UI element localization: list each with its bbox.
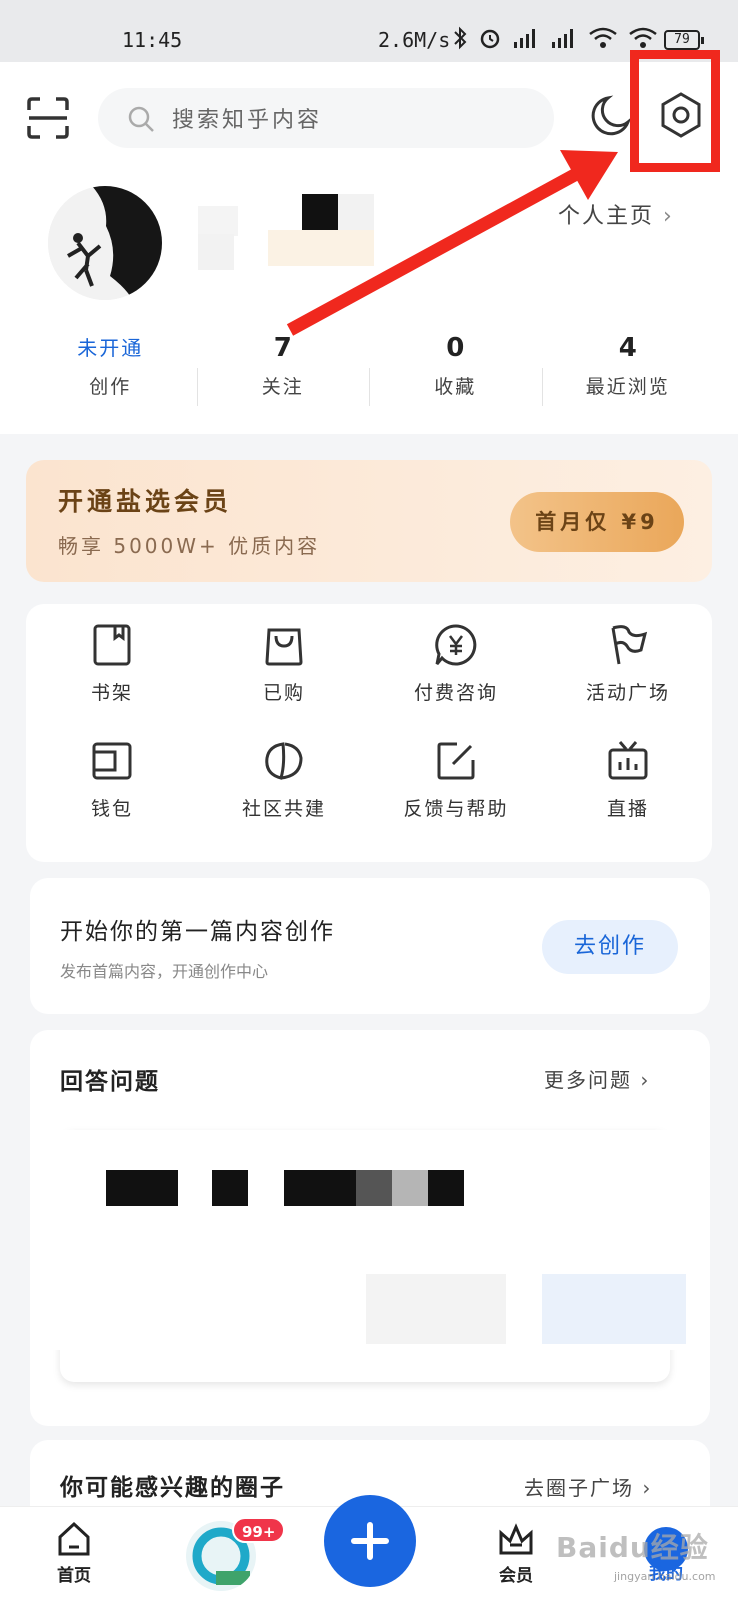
vip-promo-card[interactable]: 开通盐选会员 畅享 5000W+ 优质内容 首月仅 ¥9 xyxy=(26,460,712,582)
grid-item-feedback[interactable]: 反馈与帮助 xyxy=(370,738,542,821)
circles-square-link[interactable]: 去圈子广场 › xyxy=(524,1472,652,1501)
search-bar[interactable]: 搜索知乎内容 xyxy=(98,88,554,148)
vip-crown-icon xyxy=(499,1523,533,1555)
notification-badge: 99+ xyxy=(232,1517,286,1543)
watermark-url: jingyan.baidu.com xyxy=(614,1570,716,1583)
create-title: 开始你的第一篇内容创作 xyxy=(60,919,335,945)
climber-image xyxy=(48,186,162,300)
status-time: 11:45 xyxy=(122,28,183,52)
alarm-icon xyxy=(480,29,500,49)
grid-label: 付费咨询 xyxy=(413,682,498,704)
question-redacted xyxy=(48,1130,698,1350)
grid-label: 已购 xyxy=(262,682,305,704)
stat-label: 收藏 xyxy=(434,376,477,398)
grid-label: 反馈与帮助 xyxy=(403,798,509,820)
yen-chat-icon xyxy=(435,624,477,666)
chevron-right-icon: › xyxy=(663,204,674,229)
username-redacted xyxy=(198,194,378,294)
more-questions-link[interactable]: 更多问题 › xyxy=(544,1064,650,1093)
wifi-icon-2 xyxy=(629,27,657,48)
wifi-icon xyxy=(589,27,617,48)
search-placeholder: 搜索知乎内容 xyxy=(172,108,323,133)
profile-section: 个人主页 › 未开通 创作 7 关注 0 收藏 4 最近浏览 xyxy=(0,172,738,434)
status-bar: 11:45 2.6M/s 79 xyxy=(0,0,738,62)
stats-row: 未开通 创作 7 关注 0 收藏 4 最近浏览 xyxy=(24,322,714,414)
bookshelf-icon xyxy=(93,624,131,666)
battery-indicator: 79 xyxy=(664,30,704,50)
circles-title: 你可能感兴趣的圈子 xyxy=(60,1475,285,1501)
stat-following[interactable]: 7 关注 xyxy=(196,322,370,414)
grid-item-community[interactable]: 社区共建 xyxy=(198,738,370,821)
home-icon xyxy=(58,1521,90,1556)
circles-link-label: 去圈子广场 xyxy=(524,1476,634,1500)
signal-icon-2 xyxy=(552,29,573,48)
grid-label: 社区共建 xyxy=(241,798,326,820)
stat-value: 7 xyxy=(273,333,292,363)
more-questions-label: 更多问题 xyxy=(544,1068,632,1092)
grid-label: 直播 xyxy=(606,798,649,820)
create-plus-button[interactable] xyxy=(324,1495,416,1587)
vip-subtitle: 畅享 5000W+ 优质内容 xyxy=(58,534,321,558)
vip-button[interactable]: 首月仅 ¥9 xyxy=(510,492,684,552)
search-icon xyxy=(128,106,154,132)
grid-item-paid-consult[interactable]: 付费咨询 xyxy=(370,622,542,705)
grid-item-purchased[interactable]: 已购 xyxy=(198,622,370,705)
homepage-link[interactable]: 个人主页 › xyxy=(558,198,674,230)
tab-label: 首页 xyxy=(57,1566,91,1586)
grid-item-wallet[interactable]: 钱包 xyxy=(26,738,198,821)
stat-label: 关注 xyxy=(261,376,304,398)
network-speed: 2.6M/s xyxy=(378,28,451,52)
tab-label: 会员 xyxy=(499,1566,533,1586)
tv-icon xyxy=(608,741,648,780)
stat-value: 0 xyxy=(446,333,465,363)
homepage-link-label: 个人主页 xyxy=(558,204,655,229)
chevron-right-icon: › xyxy=(642,1476,653,1500)
stat-creation[interactable]: 未开通 创作 xyxy=(24,322,197,414)
grid-item-bookshelf[interactable]: 书架 xyxy=(26,622,198,705)
grid-item-live[interactable]: 直播 xyxy=(542,738,714,821)
stat-recent[interactable]: 4 最近浏览 xyxy=(541,322,715,414)
bag-icon xyxy=(265,628,303,666)
grid-label: 活动广场 xyxy=(585,682,670,704)
answer-questions-card: 回答问题 更多问题 › xyxy=(30,1030,710,1426)
avatar[interactable] xyxy=(48,186,162,300)
tab-vip[interactable]: 会员 xyxy=(476,1519,556,1586)
top-bar: 搜索知乎内容 xyxy=(0,62,738,172)
leaf-icon xyxy=(265,742,303,780)
moon-icon[interactable] xyxy=(586,92,634,140)
stat-label: 最近浏览 xyxy=(585,376,670,398)
feature-grid: 书架 已购 付费咨询 活动广场 钱包 社区共建 反馈与帮助 直播 xyxy=(26,604,712,862)
grid-label: 钱包 xyxy=(90,798,133,820)
wallet-icon xyxy=(92,742,132,780)
tab-home[interactable]: 首页 xyxy=(34,1519,114,1586)
stat-label: 创作 xyxy=(89,376,132,398)
plus-icon xyxy=(351,1522,389,1560)
create-content-card: 开始你的第一篇内容创作 发布首篇内容，开通创作中心 去创作 xyxy=(30,878,710,1014)
edit-icon xyxy=(437,742,475,780)
status-icons xyxy=(452,26,658,50)
highlight-box xyxy=(630,50,720,172)
baidu-watermark: Baidu经验 xyxy=(556,1531,709,1564)
stat-value: 4 xyxy=(618,333,637,363)
answer-title: 回答问题 xyxy=(60,1069,160,1095)
go-create-button[interactable]: 去创作 xyxy=(542,920,678,974)
stat-favorites[interactable]: 0 收藏 xyxy=(369,322,542,414)
chevron-right-icon: › xyxy=(640,1068,651,1092)
create-subtitle: 发布首篇内容，开通创作中心 xyxy=(60,962,269,981)
vip-title: 开通盐选会员 xyxy=(58,487,233,516)
question-card[interactable] xyxy=(48,1130,698,1382)
grid-item-events[interactable]: 活动广场 xyxy=(542,622,714,705)
flag-icon xyxy=(611,625,648,665)
bluetooth-icon xyxy=(454,26,467,50)
signal-icon xyxy=(514,29,535,48)
scan-icon[interactable] xyxy=(26,96,70,140)
stat-value: 未开通 xyxy=(77,336,144,360)
grid-label: 书架 xyxy=(90,682,133,704)
